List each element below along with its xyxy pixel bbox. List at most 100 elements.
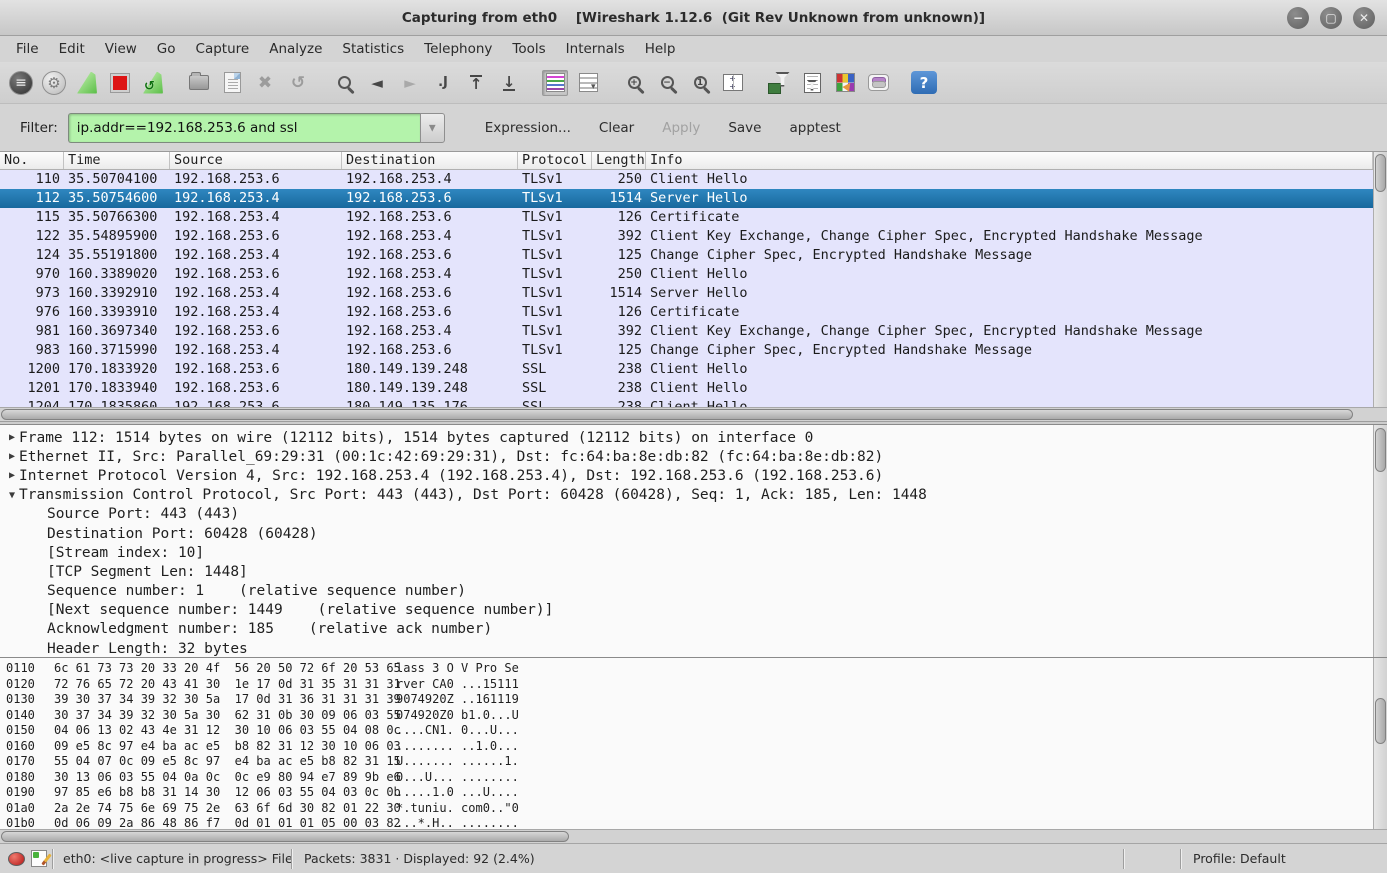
zoom-100-icon[interactable]: 1: [687, 70, 713, 96]
detail-line[interactable]: ▶Frame 112: 1514 bytes on wire (12112 bi…: [0, 428, 1387, 447]
column-header-destination[interactable]: Destination: [342, 152, 518, 169]
hex-vertical-scrollbar[interactable]: [1373, 658, 1387, 829]
hex-row[interactable]: 015004 06 13 02 43 4e 31 12 30 10 06 03 …: [6, 723, 1387, 739]
resize-columns-icon[interactable]: [720, 70, 746, 96]
menu-capture[interactable]: Capture: [186, 38, 260, 60]
column-header-protocol[interactable]: Protocol: [518, 152, 592, 169]
detail-line[interactable]: Header Length: 32 bytes: [0, 639, 1387, 657]
scrollbar-thumb[interactable]: [1, 831, 569, 842]
menu-file[interactable]: File: [6, 38, 49, 60]
capture-filter-dialog-icon[interactable]: [766, 70, 792, 96]
capture-options-icon[interactable]: ⚙: [41, 70, 67, 96]
details-vertical-scrollbar[interactable]: [1373, 425, 1387, 657]
packet-row[interactable]: 976160.3393910192.168.253.4192.168.253.6…: [0, 303, 1373, 322]
open-capture-file-icon[interactable]: [186, 70, 212, 96]
column-header-info[interactable]: Info: [646, 152, 1373, 169]
go-to-top-icon[interactable]: ↑: [463, 70, 489, 96]
hex-horizontal-scrollbar[interactable]: [0, 829, 1387, 843]
minimize-button[interactable]: −: [1287, 7, 1309, 29]
menu-internals[interactable]: Internals: [556, 38, 635, 60]
packet-row[interactable]: 12235.54895900192.168.253.6192.168.253.4…: [0, 227, 1373, 246]
zoom-in-icon[interactable]: +: [621, 70, 647, 96]
packet-row[interactable]: 1204170.1835860192.168.253.6180.149.135.…: [0, 398, 1373, 407]
hex-row[interactable]: 016009 e5 8c 97 e4 ba ac e5 b8 82 31 12 …: [6, 739, 1387, 755]
packet-row[interactable]: 983160.3715990192.168.253.4192.168.253.6…: [0, 341, 1373, 360]
restart-capture-icon[interactable]: ↺: [140, 70, 166, 96]
go-to-bottom-icon[interactable]: ↓: [496, 70, 522, 96]
detail-line[interactable]: [Next sequence number: 1449 (relative se…: [0, 601, 1387, 620]
packet-row[interactable]: 11035.50704100192.168.253.6192.168.253.4…: [0, 170, 1373, 189]
detail-line[interactable]: [Stream index: 10]: [0, 543, 1387, 562]
go-to-packet-icon[interactable]: .J: [430, 70, 456, 96]
menu-telephony[interactable]: Telephony: [414, 38, 502, 60]
detail-line[interactable]: ▶Ethernet II, Src: Parallel_69:29:31 (00…: [0, 447, 1387, 466]
detail-line[interactable]: ▼Transmission Control Protocol, Src Port…: [0, 486, 1387, 505]
go-back-icon[interactable]: ◄: [364, 70, 390, 96]
packet-row[interactable]: 1200170.1833920192.168.253.6180.149.139.…: [0, 360, 1373, 379]
menu-statistics[interactable]: Statistics: [332, 38, 414, 60]
detail-line[interactable]: Acknowledgment number: 185 (relative ack…: [0, 620, 1387, 639]
detail-line[interactable]: [TCP Segment Len: 1448]: [0, 562, 1387, 581]
clear-button[interactable]: Clear: [585, 115, 648, 141]
hex-row[interactable]: 012072 76 65 72 20 43 41 30 1e 17 0d 31 …: [6, 677, 1387, 693]
menu-go[interactable]: Go: [147, 38, 186, 60]
coloring-rules-icon[interactable]: [832, 70, 858, 96]
start-capture-icon[interactable]: [74, 70, 100, 96]
display-filter-dialog-icon[interactable]: [799, 70, 825, 96]
menu-edit[interactable]: Edit: [49, 38, 95, 60]
save-button[interactable]: Save: [714, 115, 775, 141]
packet-row[interactable]: 11535.50766300192.168.253.4192.168.253.6…: [0, 208, 1373, 227]
hex-row[interactable]: 013039 30 37 34 39 32 30 5a 17 0d 31 36 …: [6, 692, 1387, 708]
packet-row[interactable]: 12435.55191800192.168.253.4192.168.253.6…: [0, 246, 1373, 265]
column-header-time[interactable]: Time: [64, 152, 170, 169]
scrollbar-thumb[interactable]: [1, 409, 1353, 420]
close-capture-file-icon[interactable]: ✖: [252, 70, 278, 96]
hex-row[interactable]: 01b00d 06 09 2a 86 48 86 f7 0d 01 01 01 …: [6, 816, 1387, 829]
scrollbar-thumb[interactable]: [1375, 698, 1386, 744]
detail-line[interactable]: ▶Internet Protocol Version 4, Src: 192.1…: [0, 466, 1387, 485]
scrollbar-thumb[interactable]: [1375, 154, 1386, 192]
zoom-out-icon[interactable]: −: [654, 70, 680, 96]
capture-comment-icon[interactable]: [31, 850, 47, 867]
packet-list-vertical-scrollbar[interactable]: [1373, 152, 1387, 407]
help-contents-icon[interactable]: ?: [911, 71, 937, 94]
hex-row[interactable]: 01a02a 2e 74 75 6e 69 75 2e 63 6f 6d 30 …: [6, 801, 1387, 817]
find-packet-icon[interactable]: [331, 70, 357, 96]
apply-button[interactable]: Apply: [648, 115, 714, 141]
menu-help[interactable]: Help: [635, 38, 686, 60]
statusbar-profile[interactable]: Profile: Default: [1181, 851, 1387, 866]
scrollbar-thumb[interactable]: [1375, 428, 1386, 472]
auto-scroll-icon[interactable]: [575, 70, 601, 96]
hex-row[interactable]: 014030 37 34 39 32 30 5a 30 62 31 0b 30 …: [6, 708, 1387, 724]
column-header-no[interactable]: No.: [0, 152, 64, 169]
maximize-button[interactable]: ▢: [1320, 7, 1342, 29]
menu-tools[interactable]: Tools: [502, 38, 555, 60]
expanded-triangle-icon[interactable]: ▼: [5, 490, 19, 501]
hex-row[interactable]: 01106c 61 73 73 20 33 20 4f 56 20 50 72 …: [6, 661, 1387, 677]
expression--button[interactable]: Expression...: [471, 115, 585, 141]
packet-row[interactable]: 11235.50754600192.168.253.4192.168.253.6…: [0, 189, 1373, 208]
detail-line[interactable]: Sequence number: 1 (relative sequence nu…: [0, 582, 1387, 601]
reload-capture-file-icon[interactable]: ↺: [285, 70, 311, 96]
preferences-icon[interactable]: [865, 70, 891, 96]
collapsed-triangle-icon[interactable]: ▶: [5, 432, 19, 443]
detail-line[interactable]: Source Port: 443 (443): [0, 505, 1387, 524]
go-forward-icon[interactable]: ►: [397, 70, 423, 96]
packet-list-horizontal-scrollbar[interactable]: [0, 407, 1387, 421]
hex-row[interactable]: 019097 85 e6 b8 b8 31 14 30 12 06 03 55 …: [6, 785, 1387, 801]
detail-line[interactable]: Destination Port: 60428 (60428): [0, 524, 1387, 543]
menu-view[interactable]: View: [95, 38, 147, 60]
menu-analyze[interactable]: Analyze: [259, 38, 332, 60]
display-filter-input[interactable]: ip.addr==192.168.253.6 and ssl: [68, 113, 420, 143]
packet-row[interactable]: 973160.3392910192.168.253.4192.168.253.6…: [0, 284, 1373, 303]
packet-row[interactable]: 970160.3389020192.168.253.6192.168.253.4…: [0, 265, 1373, 284]
save-capture-file-icon[interactable]: [219, 70, 245, 96]
colorize-packet-list-icon[interactable]: [542, 70, 568, 96]
close-button[interactable]: ✕: [1353, 7, 1375, 29]
filter-dropdown-button[interactable]: ▼: [420, 113, 445, 143]
column-header-source[interactable]: Source: [170, 152, 342, 169]
packet-row[interactable]: 981160.3697340192.168.253.6192.168.253.4…: [0, 322, 1373, 341]
list-interfaces-icon[interactable]: ≡: [8, 70, 34, 96]
stop-capture-icon[interactable]: [107, 70, 133, 96]
hex-row[interactable]: 018030 13 06 03 55 04 0a 0c 0c e9 80 94 …: [6, 770, 1387, 786]
